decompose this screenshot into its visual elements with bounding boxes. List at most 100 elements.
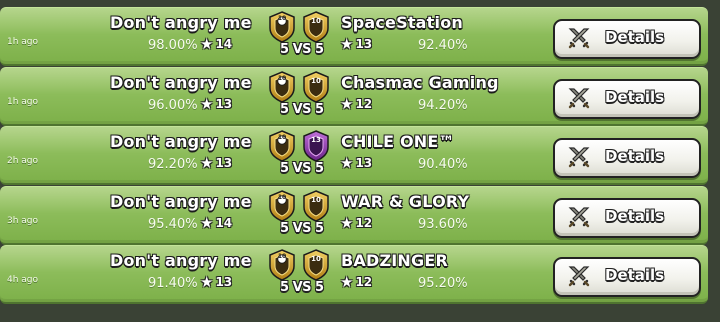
- opponent-star-count: 12: [355, 216, 373, 230]
- my-clan-name: Don't angry me: [110, 251, 252, 270]
- opponent-badge-level: 10: [311, 77, 321, 85]
- crossed-swords-icon: [567, 145, 591, 169]
- opponent-star-count: 13: [355, 156, 373, 170]
- my-clan-destruction: 95.40%: [148, 217, 198, 232]
- my-clan-destruction: 96.00%: [148, 98, 198, 113]
- my-clan-name: Don't angry me: [110, 192, 252, 211]
- opponent-destruction: 94.20%: [418, 98, 468, 113]
- details-button-label: Details: [605, 28, 665, 46]
- my-clan-destruction: 98.00%: [148, 38, 198, 53]
- my-clan-badge-level: 10: [277, 253, 287, 260]
- opponent-star-count: 12: [355, 275, 373, 289]
- my-clan-badge-icon: 10: [268, 71, 296, 103]
- opponent-stars: ★ 12: [340, 214, 372, 232]
- my-clan-badge-icon: 10: [268, 249, 296, 281]
- opponent-stars: ★ 13: [340, 35, 372, 53]
- my-clan-badge-level: 10: [277, 134, 287, 141]
- my-clan-name: Don't angry me: [110, 73, 252, 92]
- opponent-star-count: 13: [355, 37, 373, 51]
- war-log-row: 2h ago Don't angry me 10 13 CHILE ONE™ 92.20%…: [0, 126, 708, 185]
- my-clan-stars: ★ 13: [200, 95, 232, 113]
- opponent-clan-name: WAR & GLORY: [341, 192, 470, 211]
- time-ago-label: 1h ago: [7, 37, 39, 47]
- my-clan-stars: ★ 13: [200, 154, 232, 172]
- my-clan-star-count: 13: [215, 97, 233, 111]
- opponent-destruction: 95.20%: [418, 276, 468, 291]
- opponent-clan-name: BADZINGER: [341, 251, 448, 270]
- time-ago-label: 4h ago: [7, 275, 39, 285]
- war-log-row: 4h ago Don't angry me 10 10 BADZINGER 91.40% ★…: [0, 245, 708, 304]
- opponent-destruction: 90.40%: [418, 157, 468, 172]
- war-log-list: 1h ago Don't angry me 10 10 SpaceStation 98.0…: [0, 0, 720, 322]
- time-ago-label: 3h ago: [7, 216, 39, 226]
- details-button[interactable]: Details: [553, 138, 701, 178]
- opponent-badge-icon: 10: [302, 11, 330, 43]
- war-size-label: 5 VS 5: [280, 42, 324, 57]
- crossed-swords-icon: [567, 86, 591, 110]
- opponent-badge-icon: 10: [302, 71, 330, 103]
- time-ago-label: 1h ago: [7, 97, 39, 107]
- opponent-badge-level: 13: [311, 136, 321, 144]
- my-clan-badge-level: 10: [277, 75, 287, 82]
- opponent-clan-name: CHILE ONE™: [341, 132, 455, 151]
- opponent-clan-name: Chasmac Gaming: [341, 73, 499, 92]
- opponent-stars: ★ 13: [340, 154, 372, 172]
- my-clan-badge-level: 10: [277, 194, 287, 201]
- my-clan-name: Don't angry me: [110, 132, 252, 151]
- star-icon: ★: [340, 153, 354, 172]
- star-icon: ★: [200, 153, 214, 172]
- details-button[interactable]: Details: [553, 19, 701, 59]
- opponent-badge-level: 10: [311, 255, 321, 263]
- my-clan-badge-level: 10: [277, 15, 287, 22]
- war-size-label: 5 VS 5: [280, 280, 324, 295]
- opponent-badge-icon: 10: [302, 190, 330, 222]
- my-clan-destruction: 91.40%: [148, 276, 198, 291]
- opponent-stars: ★ 12: [340, 273, 372, 291]
- opponent-badge-icon: 10: [302, 249, 330, 281]
- war-size-label: 5 VS 5: [280, 102, 324, 117]
- star-icon: ★: [200, 34, 214, 53]
- my-clan-star-count: 13: [215, 156, 233, 170]
- war-size-label: 5 VS 5: [280, 161, 324, 176]
- my-clan-stars: ★ 14: [200, 35, 232, 53]
- war-size-label: 5 VS 5: [280, 221, 324, 236]
- details-button-label: Details: [605, 147, 665, 165]
- my-clan-star-count: 14: [215, 37, 233, 51]
- my-clan-badge-icon: 10: [268, 11, 296, 43]
- opponent-destruction: 93.60%: [418, 217, 468, 232]
- my-clan-badge-icon: 10: [268, 130, 296, 162]
- star-icon: ★: [200, 213, 214, 232]
- details-button-label: Details: [605, 207, 665, 225]
- star-icon: ★: [200, 94, 214, 113]
- my-clan-badge-icon: 10: [268, 190, 296, 222]
- crossed-swords-icon: [567, 26, 591, 50]
- crossed-swords-icon: [567, 264, 591, 288]
- star-icon: ★: [340, 213, 354, 232]
- star-icon: ★: [200, 272, 214, 291]
- star-icon: ★: [340, 94, 354, 113]
- my-clan-stars: ★ 13: [200, 273, 232, 291]
- star-icon: ★: [340, 272, 354, 291]
- details-button-label: Details: [605, 88, 665, 106]
- war-log-row: 1h ago Don't angry me 10 10 SpaceStation 98.0…: [0, 7, 708, 66]
- opponent-star-count: 12: [355, 97, 373, 111]
- my-clan-star-count: 14: [215, 216, 233, 230]
- war-log-row: 1h ago Don't angry me 10 10 Chasmac Gaming 96…: [0, 67, 708, 126]
- my-clan-name: Don't angry me: [110, 13, 252, 32]
- opponent-stars: ★ 12: [340, 95, 372, 113]
- details-button[interactable]: Details: [553, 79, 701, 119]
- my-clan-star-count: 13: [215, 275, 233, 289]
- war-log-row: 3h ago Don't angry me 10 10 WAR & GLORY 95.40…: [0, 186, 708, 245]
- crossed-swords-icon: [567, 205, 591, 229]
- star-icon: ★: [340, 34, 354, 53]
- details-button-label: Details: [605, 266, 665, 284]
- opponent-clan-name: SpaceStation: [341, 13, 463, 32]
- details-button[interactable]: Details: [553, 198, 701, 238]
- details-button[interactable]: Details: [553, 257, 701, 297]
- time-ago-label: 2h ago: [7, 156, 39, 166]
- opponent-destruction: 92.40%: [418, 38, 468, 53]
- my-clan-destruction: 92.20%: [148, 157, 198, 172]
- opponent-badge-level: 10: [311, 17, 321, 25]
- opponent-badge-icon: 13: [302, 130, 330, 162]
- opponent-badge-level: 10: [311, 196, 321, 204]
